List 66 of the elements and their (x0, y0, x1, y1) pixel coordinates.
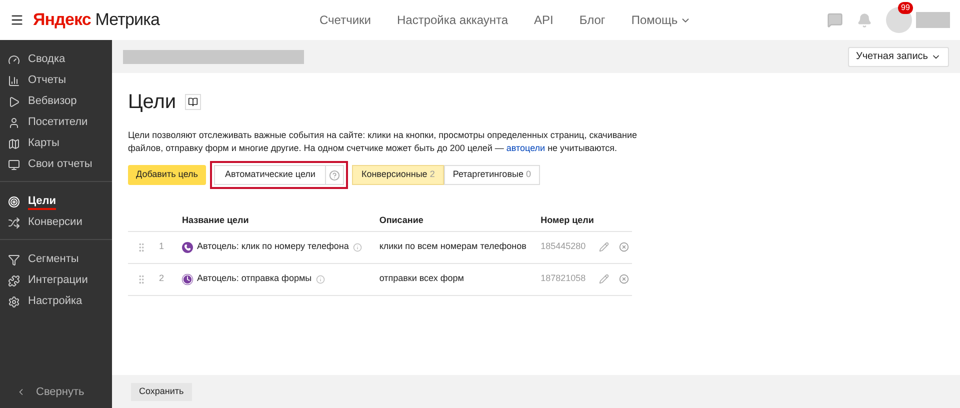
nav-link[interactable]: API (534, 11, 554, 29)
auto-goals-button[interactable]: Автоматические цели (214, 165, 344, 185)
nav-dropdown[interactable]: Помощь (631, 11, 691, 29)
delete-icon[interactable] (619, 274, 630, 284)
sidebar-item[interactable]: Карты (0, 133, 112, 154)
row-number: 2 (159, 272, 164, 286)
delete-icon[interactable] (619, 242, 630, 252)
autogoals-link[interactable]: автоцели (506, 143, 546, 153)
bar-chart-icon (8, 74, 20, 86)
gauge-icon (8, 54, 20, 66)
sidebar-item[interactable]: Цели (0, 191, 112, 212)
clock-icon (182, 274, 193, 284)
puzzle-icon (8, 274, 20, 286)
collapse-button[interactable]: Свернуть (0, 384, 112, 400)
map-icon (8, 138, 20, 150)
drag-handle-icon[interactable] (136, 242, 147, 252)
goal-name: Автоцель: отправка формы (197, 272, 312, 286)
nav-link[interactable]: Настройка аккаунта (396, 11, 508, 29)
goal-description: отправки всех форм (379, 273, 464, 284)
page-title: Цели (128, 90, 176, 115)
column-header: Название цели (182, 215, 249, 225)
goal-number: 187821058 (540, 273, 586, 284)
account-dropdown[interactable]: Учетная запись (848, 46, 949, 66)
sidebar-item[interactable]: Интеграции (0, 270, 112, 291)
notification-badge: 99 (898, 2, 913, 14)
sidebar-item[interactable]: Настройка (0, 291, 112, 312)
menu-icon[interactable] (10, 13, 24, 27)
column-header: Номер цели (540, 215, 594, 225)
redacted-block (916, 12, 950, 28)
sidebar-item[interactable]: Сводка (0, 49, 112, 70)
description: Цели позволяют отслеживать важные события на сайте: клики на кнопки, просмотры определенных страниц, скачивание файлов, отправку форм и многие другие. На одном счетчике может быть до 200 целей — автоцели не учитываются. (128, 129, 638, 155)
logo[interactable]: Яндекс Метрика (33, 7, 160, 33)
row-number: 1 (159, 240, 164, 254)
nav-link[interactable]: Блог (579, 11, 606, 29)
sidebar-item[interactable]: Вебвизор (0, 91, 112, 112)
settings-icon (8, 296, 20, 308)
column-header: Описание (379, 215, 424, 225)
filter-icon (8, 254, 20, 266)
sidebar-item[interactable]: Отчеты (0, 70, 112, 91)
tab[interactable]: Ретаргетинговые 0 (444, 165, 540, 185)
edit-icon[interactable] (599, 274, 610, 284)
edit-icon[interactable] (599, 242, 610, 252)
bell-icon[interactable] (857, 12, 872, 28)
save-button[interactable]: Сохранить (131, 382, 192, 400)
sidebar-item[interactable]: Посетители (0, 112, 112, 133)
goal-description: клики по всем номерам телефонов (379, 241, 526, 252)
sidebar-item[interactable]: Свои отчеты (0, 154, 112, 175)
sidebar-item[interactable]: Конверсии (0, 212, 112, 233)
chat-icon[interactable] (827, 12, 843, 28)
help-icon (329, 170, 340, 180)
tab[interactable]: Конверсионные 2 (352, 165, 444, 185)
user-icon (8, 116, 20, 128)
shuffle-icon (8, 216, 20, 228)
goal-name: Автоцель: клик по номеру телефона (197, 240, 349, 254)
add-goal-button[interactable]: Добавить цель (128, 165, 206, 185)
info-icon[interactable] (352, 242, 362, 252)
goal-number: 185445280 (540, 241, 586, 252)
drag-handle-icon[interactable] (136, 274, 147, 284)
target-icon (8, 196, 20, 208)
phone-icon (182, 242, 193, 252)
monitor-icon (8, 158, 20, 170)
nav-link[interactable]: Счетчики (320, 11, 371, 29)
book-icon[interactable] (185, 94, 202, 110)
info-icon[interactable] (316, 274, 325, 284)
play-icon (8, 96, 20, 108)
sidebar-item[interactable]: Сегменты (0, 249, 112, 270)
